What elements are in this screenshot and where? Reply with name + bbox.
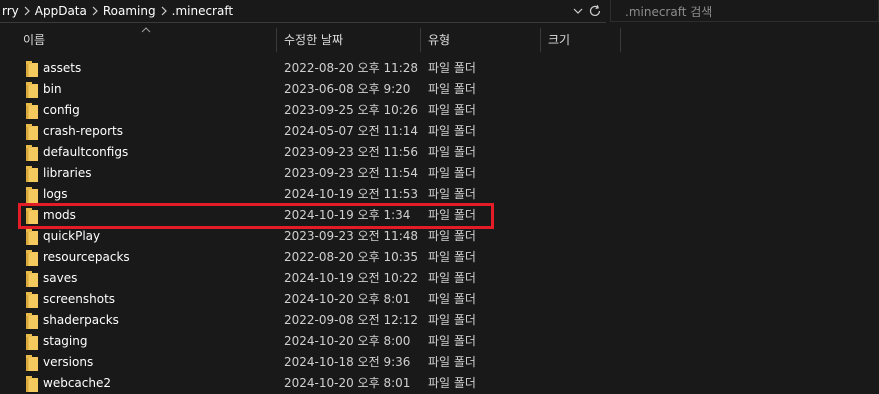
file-date: 2024-10-19 오후 1:34 bbox=[284, 208, 411, 222]
list-item-assets[interactable]: assets 2022-08-20 오후 11:28 파일 폴더 bbox=[0, 58, 879, 79]
file-type: 파일 폴더 bbox=[428, 292, 476, 306]
file-date: 2024-10-19 오전 10:22 bbox=[284, 271, 419, 285]
file-date: 2022-09-08 오전 12:12 bbox=[284, 313, 419, 327]
file-name: staging bbox=[43, 334, 88, 348]
folder-icon bbox=[26, 82, 38, 98]
address-bar-row: rry AppData Roaming .minecraft bbox=[0, 0, 879, 24]
folder-icon bbox=[26, 145, 38, 161]
folder-icon bbox=[26, 334, 38, 350]
list-item-staging[interactable]: staging 2024-10-20 오후 8:00 파일 폴더 bbox=[0, 331, 879, 352]
file-type: 파일 폴더 bbox=[428, 166, 476, 180]
breadcrumb-appdata[interactable]: AppData bbox=[35, 0, 87, 22]
file-type: 파일 폴더 bbox=[428, 313, 476, 327]
file-type: 파일 폴더 bbox=[428, 82, 476, 96]
folder-icon bbox=[26, 187, 38, 203]
list-item-versions[interactable]: versions 2024-10-18 오전 9:36 파일 폴더 bbox=[0, 352, 879, 373]
refresh-icon[interactable] bbox=[586, 2, 604, 20]
breadcrumb-minecraft[interactable]: .minecraft bbox=[172, 0, 233, 22]
file-type: 파일 폴더 bbox=[428, 61, 476, 75]
file-type: 파일 폴더 bbox=[428, 124, 476, 138]
folder-icon bbox=[26, 61, 38, 77]
file-name: logs bbox=[43, 187, 68, 201]
file-type: 파일 폴더 bbox=[428, 145, 476, 159]
folder-icon bbox=[26, 208, 38, 224]
folder-icon bbox=[26, 166, 38, 182]
column-header-type[interactable]: 유형 bbox=[421, 26, 540, 54]
folder-icon bbox=[26, 292, 38, 308]
file-date: 2023-09-23 오전 11:48 bbox=[284, 229, 419, 243]
file-date: 2024-10-20 오후 8:01 bbox=[284, 292, 411, 306]
file-name: screenshots bbox=[43, 292, 116, 306]
file-name: libraries bbox=[43, 166, 92, 180]
list-item-defaultconfigs[interactable]: defaultconfigs 2023-09-23 오전 11:56 파일 폴더 bbox=[0, 142, 879, 163]
file-type: 파일 폴더 bbox=[428, 355, 476, 369]
file-name: resourcepacks bbox=[43, 250, 130, 264]
file-type: 파일 폴더 bbox=[428, 103, 476, 117]
search-input[interactable] bbox=[623, 2, 867, 22]
chevron-right-icon[interactable] bbox=[87, 6, 103, 16]
list-item-logs[interactable]: logs 2024-10-19 오전 11:53 파일 폴더 bbox=[0, 184, 879, 205]
list-item-crash-reports[interactable]: crash-reports 2024-05-07 오전 11:14 파일 폴더 bbox=[0, 121, 879, 142]
file-date: 2023-09-23 오전 11:56 bbox=[284, 145, 419, 159]
file-name: bin bbox=[43, 82, 62, 96]
file-date: 2022-08-20 오후 10:35 bbox=[284, 250, 419, 264]
file-name: versions bbox=[43, 355, 94, 369]
file-name: crash-reports bbox=[43, 124, 123, 138]
folder-icon bbox=[26, 103, 38, 119]
list-item-config[interactable]: config 2023-09-25 오후 10:26 파일 폴더 bbox=[0, 100, 879, 121]
list-item-shaderpacks[interactable]: shaderpacks 2022-09-08 오전 12:12 파일 폴더 bbox=[0, 310, 879, 331]
file-date: 2022-08-20 오후 11:28 bbox=[284, 61, 419, 75]
list-item-bin[interactable]: bin 2023-06-08 오후 9:20 파일 폴더 bbox=[0, 79, 879, 100]
column-header-size[interactable]: 크기 bbox=[541, 26, 620, 54]
file-type: 파일 폴더 bbox=[428, 271, 476, 285]
folder-icon bbox=[26, 271, 38, 287]
list-item-libraries[interactable]: libraries 2023-09-23 오전 11:54 파일 폴더 bbox=[0, 163, 879, 184]
list-item-resourcepacks[interactable]: resourcepacks 2022-08-20 오후 10:35 파일 폴더 bbox=[0, 247, 879, 268]
file-name: assets bbox=[43, 61, 82, 75]
file-name: shaderpacks bbox=[43, 313, 119, 327]
file-name: defaultconfigs bbox=[43, 145, 129, 159]
column-header-row: 이름 수정한 날짜 유형 크기 bbox=[0, 26, 879, 54]
list-item-quickplay[interactable]: quickPlay 2023-09-23 오전 11:48 파일 폴더 bbox=[0, 226, 879, 247]
file-name: quickPlay bbox=[43, 229, 101, 243]
file-type: 파일 폴더 bbox=[428, 250, 476, 264]
folder-icon bbox=[26, 229, 38, 245]
folder-icon bbox=[26, 355, 38, 371]
file-date: 2024-10-18 오전 9:36 bbox=[284, 355, 411, 369]
file-type: 파일 폴더 bbox=[428, 334, 476, 348]
folder-icon bbox=[26, 250, 38, 266]
column-divider[interactable] bbox=[620, 28, 621, 52]
list-item-screenshots[interactable]: screenshots 2024-10-20 오후 8:01 파일 폴더 bbox=[0, 289, 879, 310]
chevron-down-icon[interactable] bbox=[570, 2, 586, 20]
list-item-mods[interactable]: mods 2024-10-19 오후 1:34 파일 폴더 bbox=[0, 205, 879, 226]
file-name: config bbox=[43, 103, 80, 117]
file-type: 파일 폴더 bbox=[428, 187, 476, 201]
file-date: 2024-05-07 오전 11:14 bbox=[284, 124, 419, 138]
breadcrumb-roaming[interactable]: Roaming bbox=[103, 0, 156, 22]
folder-icon bbox=[26, 124, 38, 140]
file-date: 2024-10-20 오후 8:00 bbox=[284, 334, 411, 348]
file-date: 2023-09-25 오후 10:26 bbox=[284, 103, 419, 117]
chevron-right-icon[interactable] bbox=[19, 6, 35, 16]
file-date: 2024-10-19 오전 11:53 bbox=[284, 187, 419, 201]
file-date: 2023-06-08 오후 9:20 bbox=[284, 82, 411, 96]
file-name: saves bbox=[43, 271, 78, 285]
list-item-saves[interactable]: saves 2024-10-19 오전 10:22 파일 폴더 bbox=[0, 268, 879, 289]
file-type: 파일 폴더 bbox=[428, 229, 476, 243]
file-date: 2023-09-23 오전 11:54 bbox=[284, 166, 419, 180]
breadcrumb-user[interactable]: rry bbox=[2, 0, 19, 22]
file-type: 파일 폴더 bbox=[428, 208, 476, 222]
file-name: mods bbox=[43, 208, 76, 222]
search-box[interactable] bbox=[610, 0, 879, 22]
address-bar[interactable]: rry AppData Roaming .minecraft bbox=[0, 0, 606, 23]
chevron-right-icon[interactable] bbox=[156, 6, 172, 16]
folder-icon bbox=[26, 376, 38, 392]
folder-icon bbox=[26, 313, 38, 329]
sort-up-icon bbox=[141, 27, 151, 33]
column-header-date[interactable]: 수정한 날짜 bbox=[277, 26, 420, 54]
